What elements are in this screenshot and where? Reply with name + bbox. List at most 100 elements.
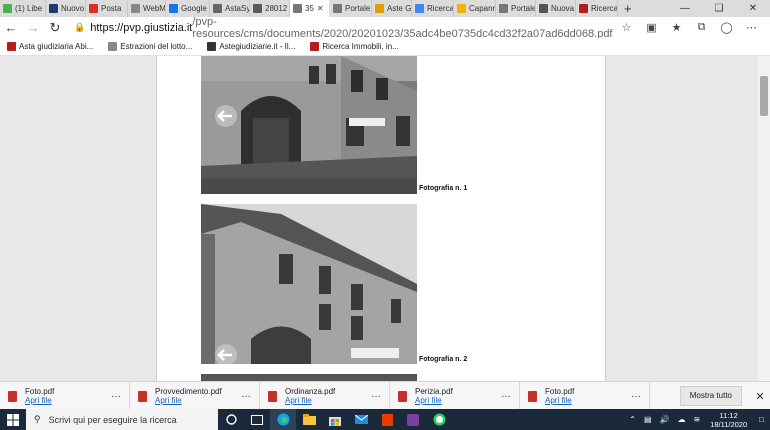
download-text: Ordinanza.pdf Apri file	[285, 387, 335, 405]
download-item[interactable]: Foto.pdf Apri file…	[520, 382, 650, 410]
pdf-file-icon	[398, 390, 407, 402]
onedrive-icon[interactable]: ☁	[677, 415, 685, 424]
open-file-link[interactable]: Apri file	[545, 396, 574, 405]
tab-2[interactable]: Posta	[86, 0, 128, 17]
start-button[interactable]	[0, 409, 26, 430]
address-bar[interactable]: 🔒 https://pvp.giustizia.it/pvp-resources…	[74, 16, 614, 40]
tab-label: Nuovo	[61, 4, 85, 13]
download-more-icon[interactable]: …	[111, 389, 121, 400]
profile-icon[interactable]: ◯	[714, 21, 739, 34]
bookmark-0[interactable]: Asta giudiziaria Abi...	[7, 42, 93, 51]
tab-11[interactable]: Capann	[454, 0, 496, 17]
restore-icon[interactable]: ❑	[702, 0, 736, 17]
vertical-scrollbar[interactable]	[758, 56, 770, 381]
file-explorer-icon[interactable]	[296, 409, 322, 430]
tab-8[interactable]: Portale	[330, 0, 372, 17]
download-more-icon[interactable]: …	[501, 389, 511, 400]
lock-icon[interactable]: 🔒	[74, 22, 85, 33]
bookmark-3[interactable]: Ricerca Immobili, in...	[310, 42, 399, 51]
download-more-icon[interactable]: …	[371, 389, 381, 400]
pdf-file-icon	[268, 390, 277, 402]
tab-7[interactable]: 35 ✕	[290, 0, 330, 17]
tab-10[interactable]: Ricerca	[412, 0, 454, 17]
tab-favicon-icon	[89, 4, 98, 13]
tab-favicon-icon	[169, 4, 178, 13]
tab-close-icon[interactable]: ✕	[317, 4, 324, 13]
download-item[interactable]: Foto.pdf Apri file …	[0, 382, 130, 410]
tab-6[interactable]: 28012	[250, 0, 290, 17]
minimize-icon[interactable]: —	[668, 0, 702, 17]
favorite-star-icon[interactable]: ☆	[614, 21, 639, 34]
network-icon[interactable]: ▤	[644, 415, 652, 424]
forward-icon[interactable]: →	[22, 20, 44, 35]
bookmark-favicon-icon	[108, 42, 118, 51]
edge-icon[interactable]	[270, 409, 296, 430]
scrollbar-thumb[interactable]	[760, 76, 768, 116]
download-more-icon[interactable]: …	[241, 389, 251, 400]
tab-label: Google	[181, 4, 207, 13]
tab-label: Portale	[345, 4, 371, 13]
extension-icon[interactable]: ▣	[639, 21, 664, 34]
wifi-icon[interactable]: ≋	[693, 415, 700, 424]
open-file-link[interactable]: Apri file	[155, 396, 222, 405]
tab-4[interactable]: Google	[166, 0, 210, 17]
close-downloads-icon[interactable]: ✕	[750, 390, 770, 403]
download-filename: Ordinanza.pdf	[285, 387, 336, 396]
collections-icon[interactable]: ⧉	[689, 21, 714, 34]
download-text: Perizia.pdf Apri file	[415, 387, 453, 405]
open-file-link[interactable]: Apri file	[25, 396, 54, 405]
tab-label: Ricerca	[427, 4, 454, 13]
notifications-icon[interactable]: □	[759, 415, 764, 424]
refresh-icon[interactable]: ↻	[44, 20, 66, 36]
tray-chevron-icon[interactable]: ⌃	[629, 415, 636, 424]
system-tray: ⌃ ▤ 🔊 ☁ ≋ 11:12 18/11/2020 □	[625, 411, 770, 429]
tab-favicon-icon	[579, 4, 588, 13]
close-icon[interactable]: ✕	[736, 0, 770, 17]
new-tab-button[interactable]: +	[618, 1, 638, 16]
photo-1-image	[201, 56, 417, 194]
tab-5[interactable]: AstaSy	[210, 0, 250, 17]
tab-0[interactable]: (1) Libe	[0, 0, 46, 17]
photo-3	[201, 374, 417, 381]
bookmark-2[interactable]: Astegiudiziarie.it - Il...	[207, 42, 295, 51]
cortana-icon[interactable]	[218, 409, 244, 430]
bookmark-label: Astegiudiziarie.it - Il...	[219, 42, 296, 51]
open-file-link[interactable]: Apri file	[415, 396, 453, 405]
pdf-file-icon	[528, 390, 537, 402]
tab-9[interactable]: Aste G	[372, 0, 412, 17]
clock-date: 18/11/2020	[710, 419, 748, 429]
clock[interactable]: 11:12 18/11/2020	[710, 411, 747, 429]
bookmark-1[interactable]: Estrazioni del lotto...	[108, 42, 192, 51]
tab-13[interactable]: Nuova	[536, 0, 576, 17]
tab-14[interactable]: Ricerca	[576, 0, 618, 17]
download-item[interactable]: Perizia.pdf Apri file …	[390, 382, 520, 410]
tab-3[interactable]: WebM	[128, 0, 166, 17]
volume-icon[interactable]: 🔊	[660, 415, 670, 424]
tab-12[interactable]: Portale	[496, 0, 536, 17]
mail-icon[interactable]	[348, 409, 374, 430]
photo-2-caption: Fotografia n. 2	[419, 356, 468, 363]
back-icon[interactable]: ←	[0, 20, 22, 35]
download-item[interactable]: Ordinanza.pdf Apri file …	[260, 382, 390, 410]
download-item[interactable]: Provvedimento.pdf Apri file…	[130, 382, 260, 410]
download-more-icon[interactable]: …	[631, 389, 641, 400]
bookmark-favicon-icon	[7, 42, 16, 51]
open-file-link[interactable]: Apri file	[285, 396, 335, 405]
photo-2-image	[201, 204, 417, 364]
office-icon[interactable]	[374, 409, 400, 430]
game-icon[interactable]	[400, 409, 426, 430]
tab-label: Capann	[469, 4, 496, 13]
download-text: Foto.pdf Apri file	[25, 387, 54, 405]
more-menu-icon[interactable]: ⋯	[739, 21, 764, 34]
store-icon[interactable]	[322, 409, 348, 430]
taskbar-search[interactable]: ⚲ Scrivi qui per eseguire la ricerca	[26, 409, 218, 430]
tab-label: 35	[305, 4, 314, 13]
favorites-icon[interactable]: ★	[664, 21, 689, 34]
whatsapp-icon[interactable]	[426, 409, 452, 430]
show-all-button[interactable]: Mostra tutto	[679, 386, 742, 406]
bookmark-label: Estrazioni del lotto...	[120, 42, 193, 51]
tab-favicon-icon	[539, 4, 548, 13]
tab-favicon-icon	[333, 4, 342, 13]
tab-1[interactable]: Nuovo	[46, 0, 86, 17]
task-view-icon[interactable]	[244, 409, 270, 430]
